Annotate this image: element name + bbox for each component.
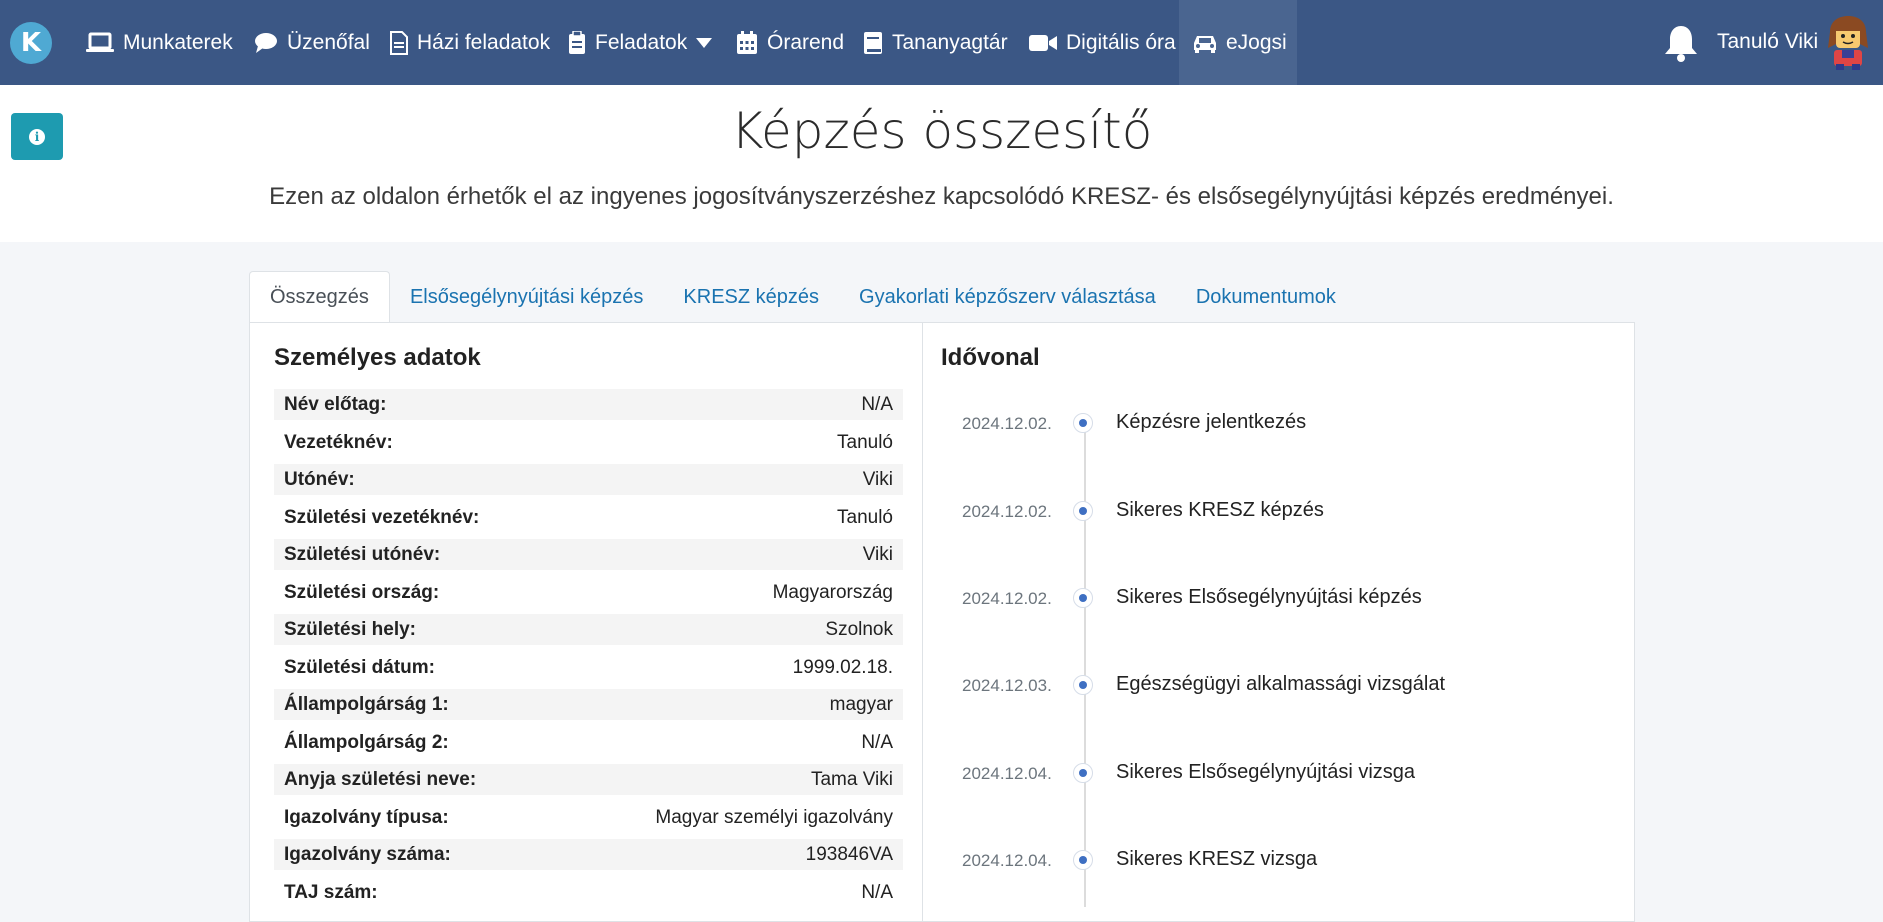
file-icon: [390, 30, 408, 55]
nav-item-ejogsi[interactable]: eJogsi: [1179, 0, 1297, 85]
nav-item-feladatok[interactable]: Feladatok: [568, 0, 713, 85]
bell-icon[interactable]: [1663, 24, 1699, 62]
timeline-dot: [1073, 675, 1093, 695]
table-row: Születési utónév: Viki: [274, 539, 903, 570]
caret-down-icon: [696, 37, 713, 48]
timeline-dot: [1073, 501, 1093, 521]
timeline-dot: [1073, 850, 1093, 870]
page-subtitle: Ezen az oldalon érhetők el az ingyenes j…: [269, 183, 1614, 210]
tab-elsosegelynyujtasi-kepzes[interactable]: Elsősegélynyújtási képzés: [390, 271, 663, 323]
book-icon: [864, 31, 882, 54]
car-icon: [1194, 35, 1216, 53]
page-title: Képzés összesítő: [730, 102, 1153, 160]
table-row: TAJ szám: N/A: [284, 881, 893, 903]
table-row: Születési ország: Magyarország: [284, 581, 893, 603]
nav-item-uzenofal[interactable]: Üzenőfal: [254, 0, 370, 85]
timeline-item: 2024.12.03. Egészségügyi alkalmassági viz…: [962, 673, 1446, 695]
personal-data-title: Személyes adatok: [274, 344, 481, 371]
timeline-line: [1084, 415, 1086, 907]
calendar-icon: [737, 30, 757, 54]
timeline-dot: [1073, 763, 1093, 783]
table-row: Anyja születési neve: Tama Viki: [274, 764, 903, 795]
tab-kresz-kepzes[interactable]: KRESZ képzés: [663, 271, 839, 323]
table-row: Igazolvány száma: 193846VA: [274, 839, 903, 870]
timeline-item: 2024.12.02. Sikeres Elsősegélynyújtási ké…: [962, 586, 1422, 608]
video-icon: [1029, 34, 1057, 51]
app-logo[interactable]: K: [10, 22, 52, 64]
laptop-icon: [86, 32, 114, 52]
clipboard-icon: [569, 30, 585, 54]
tab-bar: Összegzés Elsősegélynyújtási képzés KRES…: [249, 271, 1356, 323]
timeline-item: 2024.12.04. Sikeres KRESZ vizsga: [962, 848, 1318, 870]
nav-item-hazi-feladatok[interactable]: Házi feladatok: [390, 0, 550, 85]
comment-icon: [255, 32, 277, 53]
column-divider: [922, 322, 923, 922]
nav-item-orarend[interactable]: Órarend: [736, 0, 844, 85]
nav-item-digitalis-ora[interactable]: Digitális óra: [1029, 0, 1176, 85]
timeline-item: 2024.12.02. Sikeres KRESZ képzés: [962, 499, 1324, 521]
timeline-item: 2024.12.04. Sikeres Elsősegélynyújtási vi…: [962, 761, 1416, 783]
timeline-dot: [1073, 588, 1093, 608]
tab-gyakorlati-kepzoszerv[interactable]: Gyakorlati képzőszerv választása: [839, 271, 1176, 323]
tab-dokumentumok[interactable]: Dokumentumok: [1176, 271, 1356, 323]
tab-osszegzes[interactable]: Összegzés: [249, 271, 390, 323]
timeline-title: Idővonal: [941, 344, 1040, 371]
table-row: Állampolgárság 2: N/A: [284, 731, 893, 753]
timeline-item: 2024.12.02. Képzésre jelentkezés: [962, 411, 1307, 433]
table-row: Születési vezetéknév: Tanuló: [284, 506, 893, 528]
user-name[interactable]: Tanuló Viki: [1717, 30, 1818, 54]
table-row: Név előtag: N/A: [274, 389, 903, 420]
avatar[interactable]: [1822, 14, 1874, 70]
nav-item-munkaterek[interactable]: Munkaterek: [86, 0, 233, 85]
table-row: Állampolgárság 1: magyar: [274, 689, 903, 720]
table-row: Születési dátum: 1999.02.18.: [284, 656, 893, 678]
top-navbar: K Munkaterek Üzenőfal Házi feladatok Fel…: [0, 0, 1883, 85]
nav-item-tananyagtar[interactable]: Tananyagtár: [863, 0, 1008, 85]
table-row: Vezetéknév: Tanuló: [284, 431, 893, 453]
timeline-dot: [1073, 413, 1093, 433]
table-row: Igazolvány típusa: Magyar személyi igazol…: [284, 806, 893, 828]
table-row: Utónév: Viki: [274, 464, 903, 495]
table-row: Születési hely: Szolnok: [274, 614, 903, 645]
